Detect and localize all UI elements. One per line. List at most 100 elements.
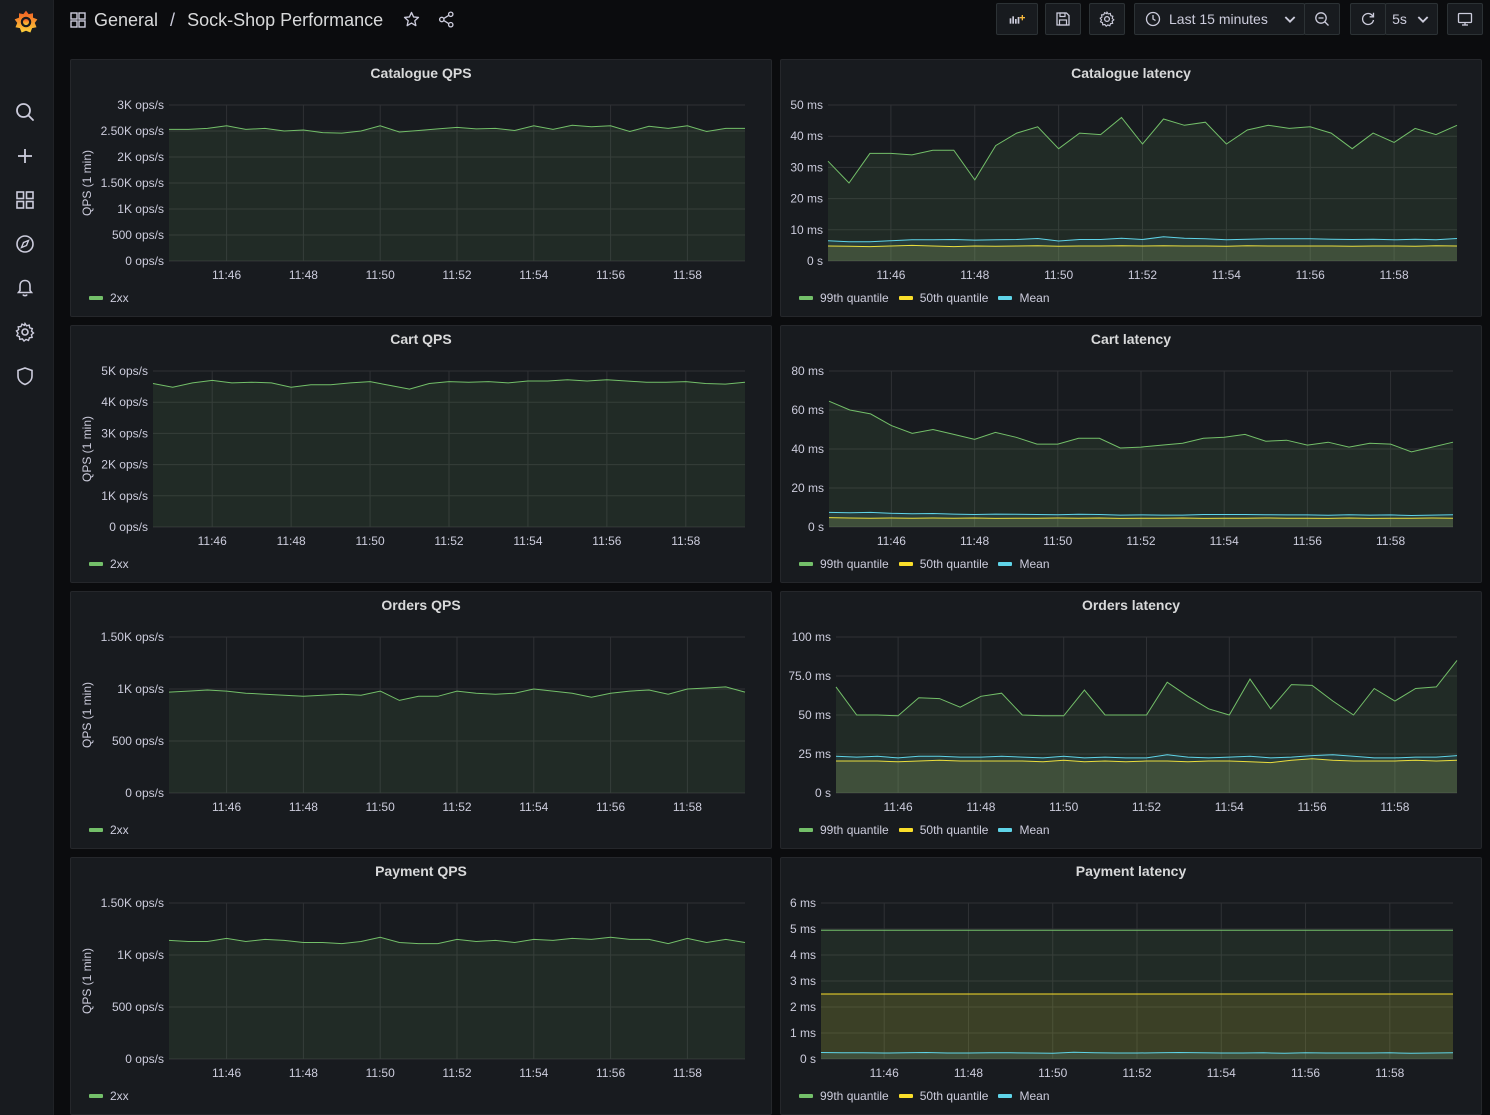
- x-tick-label: 11:50: [366, 268, 395, 282]
- configuration-icon[interactable]: [11, 318, 39, 346]
- y-tick-label: 1.50K ops/s: [101, 630, 164, 644]
- y-tick-label: 500 ops/s: [112, 228, 164, 242]
- x-tick-label: 11:46: [870, 1066, 899, 1080]
- legend: 2xx: [89, 290, 129, 306]
- panel-catalogue-latency[interactable]: Catalogue latency 0 s 10 ms 20 ms 30 ms 40 ms…: [780, 59, 1482, 317]
- legend-item[interactable]: 99th quantile: [799, 557, 889, 571]
- legend: 99th quantile 50th quantile Mean: [799, 556, 1050, 572]
- x-tick-label: 11:48: [966, 800, 995, 814]
- x-tick-label: 11:50: [1049, 800, 1078, 814]
- series-area-0: [169, 937, 745, 1059]
- x-tick-label: 11:46: [198, 534, 227, 548]
- legend-label: 99th quantile: [820, 557, 889, 571]
- legend-item[interactable]: 2xx: [89, 823, 129, 837]
- dashboards-icon[interactable]: [11, 186, 39, 214]
- x-tick-label: 11:56: [1293, 534, 1322, 548]
- legend-item[interactable]: 50th quantile: [898, 823, 988, 837]
- panel-catalogue-qps[interactable]: Catalogue QPS 0 ops/s 500 ops/s 1K ops/s 1.5…: [70, 59, 772, 317]
- zoom-out-button[interactable]: [1304, 3, 1340, 35]
- legend-item[interactable]: Mean: [998, 1089, 1050, 1103]
- panel-payment-qps[interactable]: Payment QPS 0 ops/s 500 ops/s 1K ops/s 1.50K…: [70, 857, 772, 1115]
- y-tick-label: 0 ops/s: [109, 520, 148, 534]
- y-tick-label: 1K ops/s: [117, 948, 164, 962]
- panel-orders-latency[interactable]: Orders latency 0 s 25 ms 50 ms 75.0 ms 100 ms…: [780, 591, 1482, 849]
- save-dashboard-button[interactable]: [1045, 3, 1081, 35]
- legend-swatch: [898, 1094, 913, 1098]
- dashboard-title[interactable]: Sock-Shop Performance: [187, 10, 383, 31]
- time-range-picker[interactable]: Last 15 minutes: [1134, 3, 1305, 35]
- legend-item[interactable]: Mean: [998, 291, 1050, 305]
- x-tick-label: 11:52: [434, 534, 463, 548]
- x-tick-label: 11:48: [289, 1066, 318, 1080]
- legend-item[interactable]: Mean: [998, 557, 1050, 571]
- x-tick-label: 11:48: [960, 534, 989, 548]
- series-area-2: [828, 236, 1457, 261]
- legend-item[interactable]: 50th quantile: [898, 1089, 988, 1103]
- refresh-interval-picker[interactable]: 5s: [1385, 3, 1438, 35]
- series-area-0: [169, 125, 745, 261]
- legend-label: Mean: [1019, 557, 1050, 571]
- x-tick-label: 11:54: [513, 534, 542, 548]
- x-tick-label: 11:56: [592, 534, 621, 548]
- legend-item[interactable]: 99th quantile: [799, 291, 889, 305]
- add-panel-button[interactable]: [996, 3, 1038, 35]
- share-icon[interactable]: [437, 10, 455, 28]
- panel-orders-qps[interactable]: Orders QPS 0 ops/s 500 ops/s 1K ops/s 1.50K …: [70, 591, 772, 849]
- series-area-0: [169, 686, 745, 793]
- y-tick-label: 75.0 ms: [788, 669, 831, 683]
- refresh-button[interactable]: [1350, 3, 1386, 35]
- legend-swatch: [998, 828, 1013, 832]
- legend-swatch: [998, 296, 1013, 300]
- legend-swatch: [898, 828, 913, 832]
- star-icon[interactable]: [402, 10, 420, 28]
- panel-cart-qps[interactable]: Cart QPS 0 ops/s 1K ops/s 2K ops/s 3K ops/s 4…: [70, 325, 772, 583]
- legend: 99th quantile 50th quantile Mean: [799, 1088, 1050, 1104]
- legend-swatch: [799, 828, 813, 832]
- dashboard-settings-button[interactable]: [1089, 3, 1125, 35]
- x-tick-label: 11:54: [1212, 268, 1241, 282]
- plus-icon[interactable]: [11, 142, 39, 170]
- breadcrumb-folder[interactable]: General: [94, 10, 158, 31]
- legend-item[interactable]: 2xx: [89, 557, 129, 571]
- y-tick-label: 10 ms: [790, 223, 823, 237]
- search-icon[interactable]: [11, 98, 39, 126]
- explore-icon[interactable]: [11, 230, 39, 258]
- y-tick-label: 0 s: [800, 1052, 816, 1066]
- refresh-icon: [1360, 11, 1376, 27]
- y-tick-label: 5 ms: [790, 922, 816, 936]
- legend-swatch: [799, 296, 813, 300]
- x-tick-label: 11:48: [960, 268, 989, 282]
- grafana-logo-icon[interactable]: [10, 6, 42, 38]
- legend-label: 2xx: [110, 291, 129, 305]
- legend-item[interactable]: 2xx: [89, 291, 129, 305]
- legend-swatch: [898, 296, 913, 300]
- chart-svg: 0 s 25 ms 50 ms 75.0 ms 100 ms 11:46 11:48 11:5…: [788, 630, 1458, 814]
- alerting-icon[interactable]: [11, 274, 39, 302]
- zoom-out-icon: [1314, 11, 1330, 27]
- legend-label: 50th quantile: [919, 557, 989, 571]
- legend-swatch: [998, 562, 1013, 566]
- legend-item[interactable]: 50th quantile: [898, 557, 989, 571]
- legend-item[interactable]: 99th quantile: [799, 1089, 889, 1103]
- legend-item[interactable]: 2xx: [89, 1089, 129, 1103]
- chart-svg: 0 ops/s 1K ops/s 2K ops/s 3K ops/s 4K ops/s 5…: [80, 364, 746, 548]
- apps-icon[interactable]: [70, 12, 86, 28]
- settings-icon: [1099, 11, 1115, 27]
- panel-payment-latency[interactable]: Payment latency 0 s1 ms 2 ms 3 ms 4 ms 5 ms 6 …: [780, 857, 1482, 1115]
- legend: 2xx: [89, 822, 129, 838]
- x-tick-label: 11:56: [1291, 1066, 1320, 1080]
- legend-item[interactable]: Mean: [998, 823, 1050, 837]
- panel-cart-latency[interactable]: Cart latency 0 s 20 ms 40 ms 60 ms 80 ms 11:46…: [780, 325, 1482, 583]
- refresh-interval-label: 5s: [1392, 11, 1407, 27]
- legend-swatch: [799, 1094, 813, 1098]
- legend-label: 99th quantile: [820, 823, 889, 837]
- x-tick-label: 11:54: [1207, 1066, 1236, 1080]
- tv-mode-button[interactable]: [1447, 3, 1483, 35]
- shield-icon[interactable]: [11, 362, 39, 390]
- legend-item[interactable]: 50th quantile: [898, 291, 988, 305]
- x-tick-label: 11:58: [673, 1066, 702, 1080]
- legend-item[interactable]: 99th quantile: [799, 823, 889, 837]
- y-tick-label: 2.50K ops/s: [101, 124, 164, 138]
- y-tick-label: 0 s: [815, 786, 831, 800]
- add-panel-icon: [1009, 11, 1025, 27]
